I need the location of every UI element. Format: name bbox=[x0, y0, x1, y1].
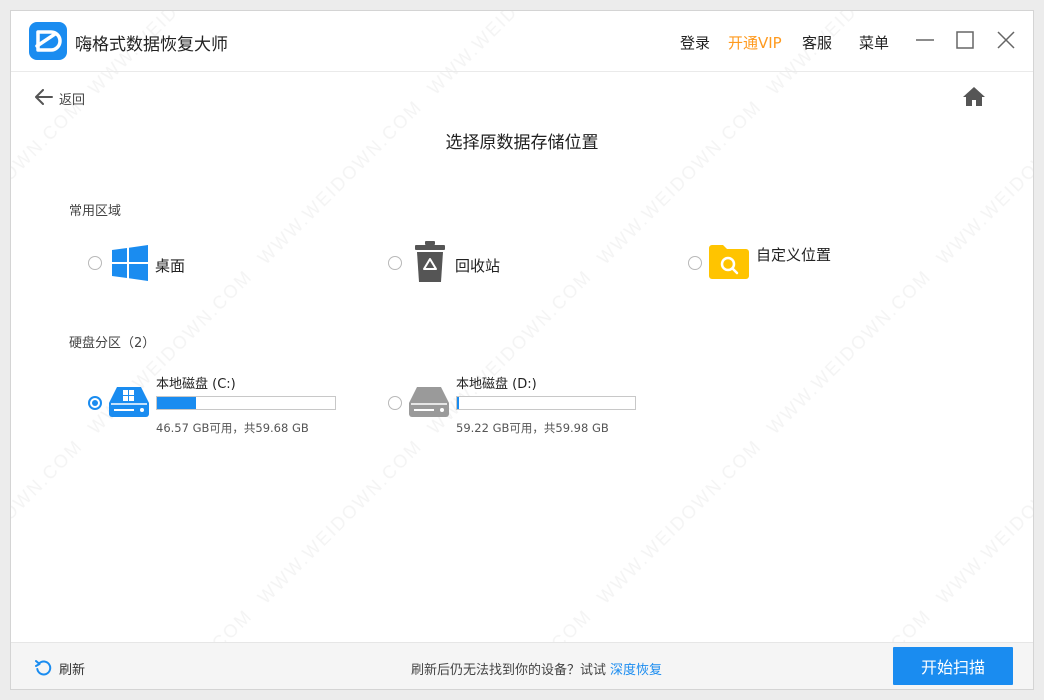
minimize-icon[interactable] bbox=[912, 27, 938, 53]
login-link[interactable]: 登录 bbox=[680, 32, 710, 53]
drive-d-radio[interactable] bbox=[388, 396, 402, 410]
refresh-label: 刷新 bbox=[59, 663, 86, 678]
drive-d-name[interactable]: 本地磁盘 (D:) bbox=[456, 373, 537, 392]
hint-message: 刷新后仍无法找到你的设备？试试 bbox=[411, 663, 607, 678]
page-title: 选择原数据存储位置 bbox=[445, 133, 599, 153]
drive-icon bbox=[409, 387, 449, 417]
folder-search-icon bbox=[709, 245, 749, 279]
app-title: 嗨格式数据恢复大师 bbox=[75, 35, 228, 55]
disk-section-label: 硬盘分区（2） bbox=[69, 336, 156, 351]
customer-service-link[interactable]: 客服 bbox=[802, 32, 832, 53]
common-section-label: 常用区域 bbox=[69, 204, 122, 219]
drive-c-info: 46.57 GB可用，共59.68 GB bbox=[156, 421, 309, 435]
custom-location-label[interactable]: 自定义位置 bbox=[756, 244, 831, 265]
app-logo-icon bbox=[29, 22, 67, 60]
drive-c-usage-bar bbox=[156, 396, 336, 410]
windows-icon bbox=[112, 245, 148, 281]
hint-text: 刷新后仍无法找到你的设备？试试 深度恢复 bbox=[411, 659, 662, 678]
title-bar: 嗨格式数据恢复大师 登录 开通VIP 客服 菜单 bbox=[11, 11, 1033, 72]
home-icon[interactable] bbox=[962, 85, 986, 107]
system-drive-icon bbox=[109, 387, 149, 417]
desktop-radio[interactable] bbox=[88, 256, 102, 270]
recycle-bin-radio[interactable] bbox=[388, 256, 402, 270]
drive-c-name[interactable]: 本地磁盘 (C:) bbox=[156, 373, 236, 392]
drive-d-info: 59.22 GB可用，共59.98 GB bbox=[456, 421, 609, 435]
desktop-label[interactable]: 桌面 bbox=[155, 255, 185, 276]
drive-c-usage-fill bbox=[157, 397, 197, 409]
deep-recovery-link[interactable]: 深度恢复 bbox=[610, 663, 662, 678]
close-icon[interactable] bbox=[993, 27, 1019, 53]
menu-link[interactable]: 菜单 bbox=[859, 32, 889, 53]
custom-location-radio[interactable] bbox=[688, 256, 702, 270]
start-scan-button[interactable]: 开始扫描 bbox=[893, 647, 1013, 685]
maximize-icon[interactable] bbox=[952, 27, 978, 53]
bottom-bar: 刷新 刷新后仍无法找到你的设备？试试 深度恢复 开始扫描 bbox=[11, 642, 1033, 689]
refresh-icon bbox=[35, 660, 52, 676]
watermark: WWW.WEIDOWN.COM bbox=[11, 11, 1033, 689]
recycle-bin-icon bbox=[415, 241, 445, 282]
arrow-left-icon bbox=[35, 89, 53, 105]
recycle-bin-label[interactable]: 回收站 bbox=[455, 255, 500, 276]
drive-d-usage-bar bbox=[456, 396, 636, 410]
drive-d-usage-fill bbox=[457, 397, 459, 409]
vip-link[interactable]: 开通VIP bbox=[728, 32, 782, 53]
drive-c-radio[interactable] bbox=[88, 396, 102, 410]
back-label: 返回 bbox=[59, 93, 86, 108]
app-window: WWW.WEIDOWN.COM 嗨格式数据恢复大师 登录 开通VIP 客服 菜单 bbox=[10, 10, 1034, 690]
